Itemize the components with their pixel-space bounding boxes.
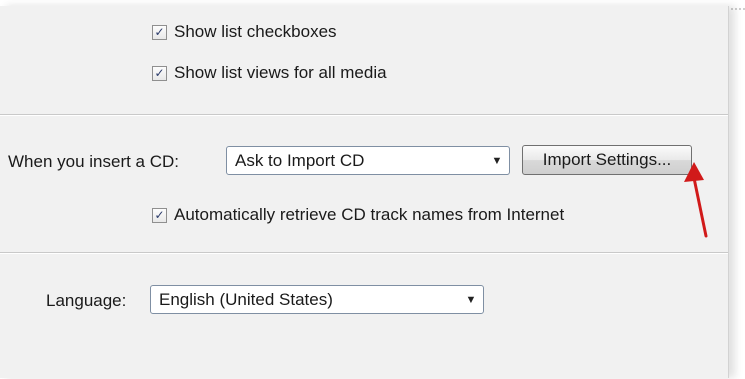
options-panel: ✓ Show list checkboxes ✓ Show list views… [0,6,729,378]
separator [0,252,728,254]
cd-insert-label: When you insert a CD: [8,152,180,171]
cd-action-dropdown[interactable]: Ask to Import CD ▼ [226,146,510,175]
checkbox-show-list-views[interactable]: ✓ [152,65,167,81]
checkbox-retrieve-names[interactable]: ✓ [152,207,167,223]
check-icon: ✓ [154,208,165,222]
cd-insert-label-row: When you insert a CD: [8,152,179,172]
language-label: Language: [46,291,127,310]
separator [0,114,728,116]
show-list-checkboxes-row[interactable]: ✓ Show list checkboxes [152,22,337,42]
show-list-checkboxes-label: Show list checkboxes [174,22,337,41]
show-list-views-row[interactable]: ✓ Show list views for all media [152,63,387,83]
check-icon: ✓ [154,66,165,80]
language-label-row: Language: [46,291,126,311]
chevron-down-icon: ▼ [465,293,477,306]
check-icon: ✓ [154,25,165,39]
annotation-arrow-icon [684,162,708,238]
import-settings-button[interactable]: Import Settings... [522,145,692,175]
retrieve-names-row[interactable]: ✓ Automatically retrieve CD track names … [152,205,564,225]
checkbox-show-list-checkboxes[interactable]: ✓ [152,24,167,40]
language-value: English (United States) [159,289,333,309]
chevron-down-icon: ▼ [491,154,503,167]
cd-action-value: Ask to Import CD [235,150,365,170]
retrieve-names-label: Automatically retrieve CD track names fr… [174,205,565,224]
show-list-views-label: Show list views for all media [174,63,387,82]
language-dropdown[interactable]: English (United States) ▼ [150,285,484,314]
